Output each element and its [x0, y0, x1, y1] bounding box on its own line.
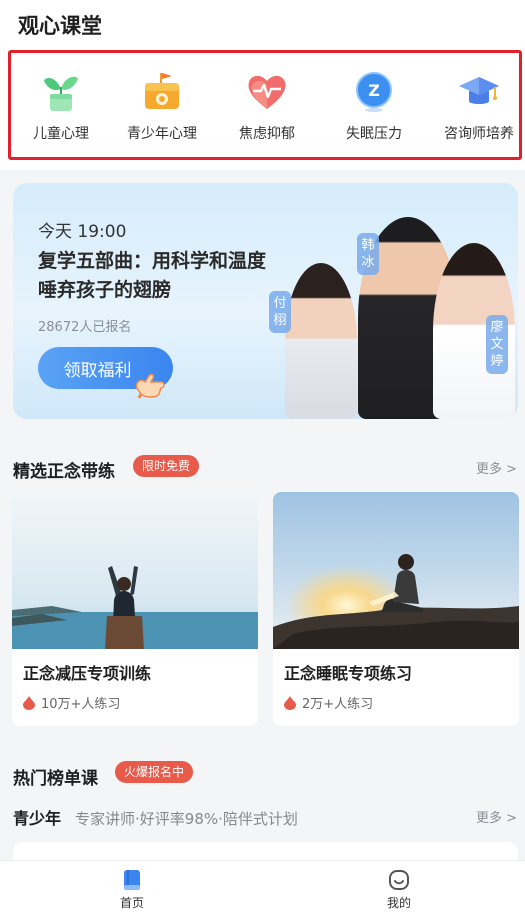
bottom-tab-bar: 首页 我的 — [0, 860, 525, 917]
tab-home-label: 首页 — [119, 896, 144, 910]
tab-mine[interactable]: 我的 — [359, 869, 439, 911]
limited-free-badge: 限时免费 — [133, 455, 200, 477]
category-child-psychology[interactable]: 儿童心理 — [10, 65, 112, 155]
claim-benefit-label: 领取福利 — [63, 360, 132, 381]
app-title: 观心课堂 — [18, 14, 102, 38]
section-title-hot-courses: 热门榜单课 — [13, 769, 98, 789]
tab-home[interactable]: 首页 — [92, 869, 172, 911]
course-title: 正念睡眠专项练习 — [284, 664, 413, 683]
hot-category-row: 青少年 专家讲师·好评率98%·陪伴式计划 — [13, 805, 298, 829]
banner-title: 复学五部曲：用科学和温度唾弃孩子的翅膀 — [38, 250, 267, 301]
flame-icon — [284, 696, 296, 710]
section-title-mindfulness: 精选正念带练 — [13, 462, 115, 482]
hot-category-subtitle: 专家讲师·好评率98%·陪伴式计划 — [75, 810, 298, 828]
sleep-z-icon: Z — [352, 69, 396, 113]
top-header: 观心课堂 儿童心理 青少年心理 焦虑抑郁 Z 失眠压力 咨询师培养 — [0, 0, 525, 170]
course-practice-count-text: 10万+人练习 — [41, 697, 121, 712]
category-nav: 儿童心理 青少年心理 焦虑抑郁 Z 失眠压力 咨询师培养 — [8, 50, 522, 160]
tab-mine-label: 我的 — [386, 896, 411, 910]
live-course-banner[interactable]: 今天 19:00 复学五部曲：用科学和温度唾弃孩子的翅膀 28672人已报名 领… — [13, 183, 518, 419]
graduation-cap-icon — [457, 69, 501, 113]
flame-icon — [23, 696, 35, 710]
banner-time: 今天 19:00 — [38, 222, 127, 242]
category-label: 焦虑抑郁 — [239, 126, 295, 142]
category-counselor-training[interactable]: 咨询师培养 — [428, 65, 525, 155]
course-practice-count-text: 2万+人练习 — [302, 697, 374, 712]
speaker-name-tag: 韩冰 — [357, 233, 379, 275]
speaker-portrait — [285, 263, 357, 419]
hot-signup-badge: 火爆报名中 — [115, 761, 194, 783]
pointing-hand-icon — [131, 368, 171, 400]
course-card[interactable]: 正念睡眠专项练习 2万+人练习 — [273, 492, 519, 726]
book-icon — [121, 869, 143, 891]
category-label: 青少年心理 — [127, 126, 197, 142]
category-teen-psychology[interactable]: 青少年心理 — [111, 65, 213, 155]
heart-pulse-icon — [245, 69, 289, 113]
svg-text:Z: Z — [368, 81, 380, 100]
banner-signup-count: 28672人已报名 — [38, 320, 132, 335]
hot-category-label[interactable]: 青少年 — [13, 809, 61, 828]
category-label: 儿童心理 — [33, 126, 89, 142]
sprout-icon — [39, 69, 83, 113]
speaker-name-tag: 廖文婷 — [486, 315, 508, 374]
mindfulness-more-link[interactable]: 更多 > — [476, 458, 517, 477]
hot-more-link[interactable]: 更多 > — [476, 807, 517, 826]
category-label: 失眠压力 — [346, 126, 402, 142]
course-cover-image — [12, 492, 258, 649]
course-title: 正念减压专项训练 — [23, 664, 152, 683]
course-card[interactable]: 正念减压专项训练 10万+人练习 — [12, 492, 258, 726]
camera-flag-icon — [140, 69, 184, 113]
course-practice-count: 2万+人练习 — [284, 693, 373, 712]
category-insomnia-stress[interactable]: Z 失眠压力 — [323, 65, 425, 155]
category-label: 咨询师培养 — [444, 126, 514, 142]
speaker-name-tag: 付栩 — [269, 291, 291, 333]
smile-face-icon — [388, 869, 410, 891]
course-cover-image — [273, 492, 519, 649]
course-practice-count: 10万+人练习 — [23, 693, 120, 712]
category-anxiety-depression[interactable]: 焦虑抑郁 — [216, 65, 318, 155]
